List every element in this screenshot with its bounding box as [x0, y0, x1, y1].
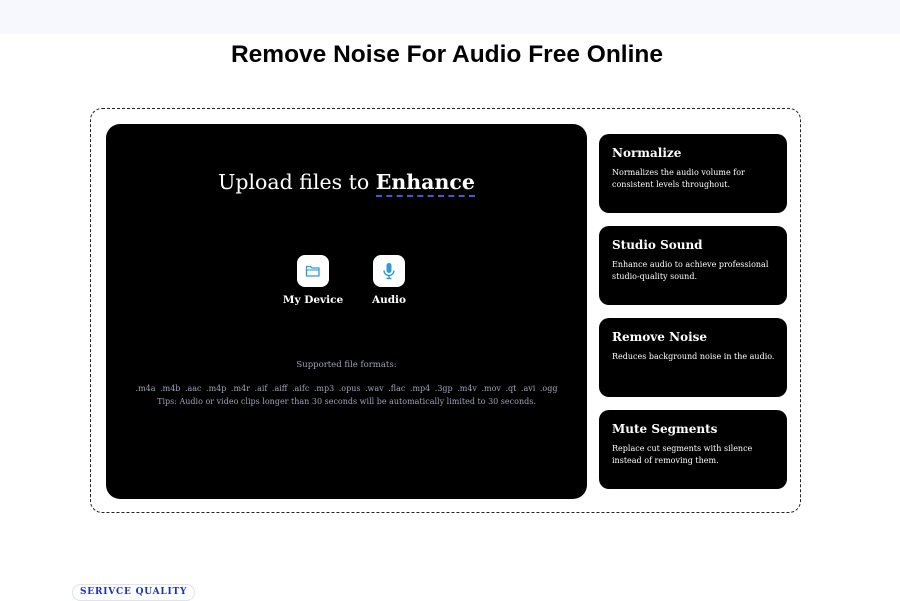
feature-card-studio-sound[interactable]: Studio Sound Enhance audio to achieve pr…	[599, 226, 787, 305]
feature-description: Reduces background noise in the audio.	[612, 352, 775, 361]
my-device-icon-box[interactable]	[297, 255, 329, 287]
upload-heading: Upload files to Enhance	[106, 168, 587, 197]
upload-heading-prefix: Upload files to	[218, 170, 376, 194]
feature-description: Normalizes the audio volume for consiste…	[612, 168, 745, 189]
microphone-icon	[383, 263, 395, 280]
feature-description: Enhance audio to achieve professional st…	[612, 260, 769, 281]
feature-description: Replace cut segments with silence instea…	[612, 444, 753, 465]
service-quality-badge: SERIVCE QUALITY	[72, 584, 196, 601]
duration-tip: Tips: Audio or video clips longer than 3…	[157, 397, 536, 406]
upload-heading-accent: Enhance	[375, 170, 475, 197]
audio-label: Audio	[371, 294, 407, 306]
feature-title: Normalize	[612, 146, 682, 160]
supported-formats-list: .m4a .m4b .aac .m4p .m4r .aif .aiff .aif…	[135, 384, 558, 393]
folder-icon	[305, 265, 320, 277]
top-bar	[0, 0, 900, 34]
feature-title: Remove Noise	[612, 330, 708, 344]
feature-card-mute-segments[interactable]: Mute Segments Replace cut segments with …	[599, 410, 787, 489]
audio-icon-box[interactable]	[373, 255, 405, 287]
feature-title: Studio Sound	[612, 238, 703, 252]
feature-title: Mute Segments	[612, 422, 718, 436]
feature-card-remove-noise[interactable]: Remove Noise Reduces background noise in…	[599, 318, 787, 397]
supported-formats-title: Supported file formats:	[296, 360, 397, 370]
upload-panel[interactable]: Upload files to Enhance My Device Audio …	[106, 124, 587, 499]
feature-card-normalize[interactable]: Normalize Normalizes the audio volume fo…	[599, 134, 787, 213]
audio-button[interactable]: Audio	[344, 255, 434, 306]
page-title: Remove Noise For Audio Free Online	[230, 41, 663, 68]
